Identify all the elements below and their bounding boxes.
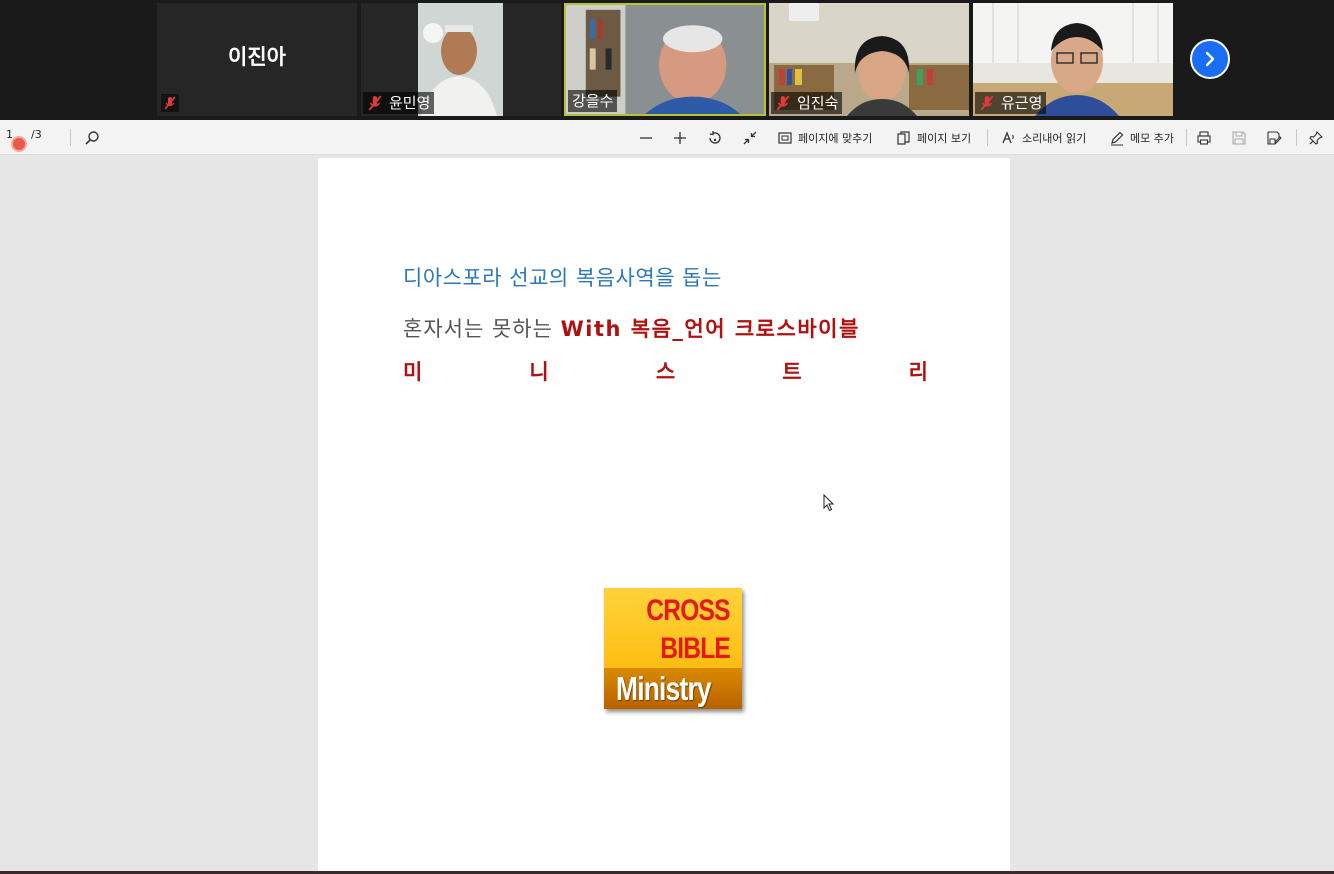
search-button[interactable] — [84, 120, 100, 155]
mic-muted-icon — [979, 95, 995, 111]
logo-line: CROSS — [646, 594, 731, 627]
page-total: /3 — [31, 128, 42, 141]
participant-name: 임진숙 — [797, 94, 839, 112]
doc-heading-char: 스 — [655, 360, 676, 384]
read-aloud-label: 소리내어 읽기 — [1022, 131, 1087, 145]
toolbar-divider — [987, 129, 988, 146]
save-as-icon — [1267, 130, 1282, 145]
participant-label: 임진숙 — [771, 92, 843, 114]
doc-heading-prefix: 혼자서는 못하는 — [403, 317, 553, 341]
page-view-label: 페이지 보기 — [917, 131, 972, 145]
participant-label: 윤민영 — [363, 92, 435, 114]
participant-label: 강을수 — [568, 90, 618, 112]
doc-subtitle: 디아스포라 선교의 복음사역을 돕는 — [403, 266, 722, 290]
doc-heading-char: 미 — [403, 360, 423, 384]
page-view-button[interactable]: 페이지 보기 — [896, 120, 971, 155]
pdf-toolbar: 1 /3 페이지에 맞추기 페이지 보기 소리내어 읽기 메모 추가 — [0, 120, 1334, 155]
participant-name: 윤민영 — [389, 94, 431, 112]
mic-muted-icon — [367, 95, 383, 111]
mic-muted-icon — [775, 95, 791, 111]
cross-bible-ministry-logo: CROSS BIBLE Ministry — [604, 588, 742, 709]
doc-heading-line: 혼자서는 못하는 With 복음_언어 크로스바이블 — [403, 313, 860, 343]
recording-indicator — [11, 136, 27, 152]
rotate-button[interactable] — [707, 120, 723, 155]
participant-tile[interactable]: 이진아 — [157, 3, 357, 116]
read-aloud-button[interactable]: 소리내어 읽기 — [1001, 120, 1086, 155]
participant-tile[interactable]: 임진숙 — [769, 3, 969, 116]
participant-tile[interactable]: 유근영 — [973, 3, 1173, 116]
pin-icon — [1309, 130, 1323, 145]
collapse-arrows-icon — [743, 131, 757, 144]
participant-name: 강을수 — [572, 92, 614, 110]
page-view-icon — [897, 130, 910, 145]
save-as-button[interactable] — [1266, 120, 1282, 155]
doc-heading-char: 니 — [529, 360, 549, 384]
fit-page-button[interactable]: 페이지에 맞추기 — [777, 120, 872, 155]
next-participants-button[interactable] — [1190, 39, 1230, 79]
mic-muted-icon — [161, 94, 179, 112]
search-icon — [85, 130, 99, 145]
participant-name-display: 이진아 — [228, 45, 286, 69]
logo-line: Ministry — [616, 670, 712, 707]
participant-tile[interactable]: 윤민영 — [361, 3, 561, 116]
save-button[interactable] — [1231, 120, 1247, 155]
fit-width-button[interactable] — [742, 120, 758, 155]
rotate-icon — [709, 130, 721, 144]
toolbar-divider — [1296, 129, 1297, 146]
print-button[interactable] — [1196, 120, 1212, 155]
pen-icon — [1111, 131, 1124, 145]
participant-strip: 이진아 윤민영 강을수 임진숙 유근영 — [0, 0, 1334, 120]
fit-page-label: 페이지에 맞추기 — [798, 131, 873, 145]
pin-toolbar-button[interactable] — [1308, 120, 1324, 155]
toolbar-divider — [70, 129, 71, 146]
doc-heading-char: 트 — [782, 360, 802, 384]
read-aloud-icon — [1002, 130, 1014, 143]
participant-tile-active-speaker[interactable]: 강을수 — [564, 3, 766, 116]
participant-name: 유근영 — [1001, 94, 1043, 112]
add-note-button[interactable]: 메모 추가 — [1109, 120, 1174, 155]
save-icon — [1232, 130, 1246, 145]
participant-label: 유근영 — [975, 92, 1047, 114]
fit-page-icon — [778, 131, 792, 144]
minus-icon — [640, 136, 652, 139]
plus-icon — [674, 131, 686, 144]
chevron-right-icon — [1205, 51, 1215, 67]
pdf-page: 디아스포라 선교의 복음사역을 돕는 혼자서는 못하는 With 복음_언어 크… — [318, 158, 1010, 874]
zoom-in-button[interactable] — [672, 120, 688, 155]
doc-heading-continuation: 미 니 스 트 리 — [403, 356, 928, 386]
zoom-out-button[interactable] — [638, 120, 654, 155]
doc-heading-char: 리 — [908, 360, 928, 384]
add-note-label: 메모 추가 — [1130, 131, 1174, 145]
doc-heading-emphasis: With 복음_언어 크로스바이블 — [560, 317, 860, 341]
print-icon — [1197, 130, 1211, 145]
toolbar-divider — [1186, 129, 1187, 146]
mouse-cursor-icon — [823, 494, 835, 512]
logo-line: BIBLE — [660, 632, 731, 665]
